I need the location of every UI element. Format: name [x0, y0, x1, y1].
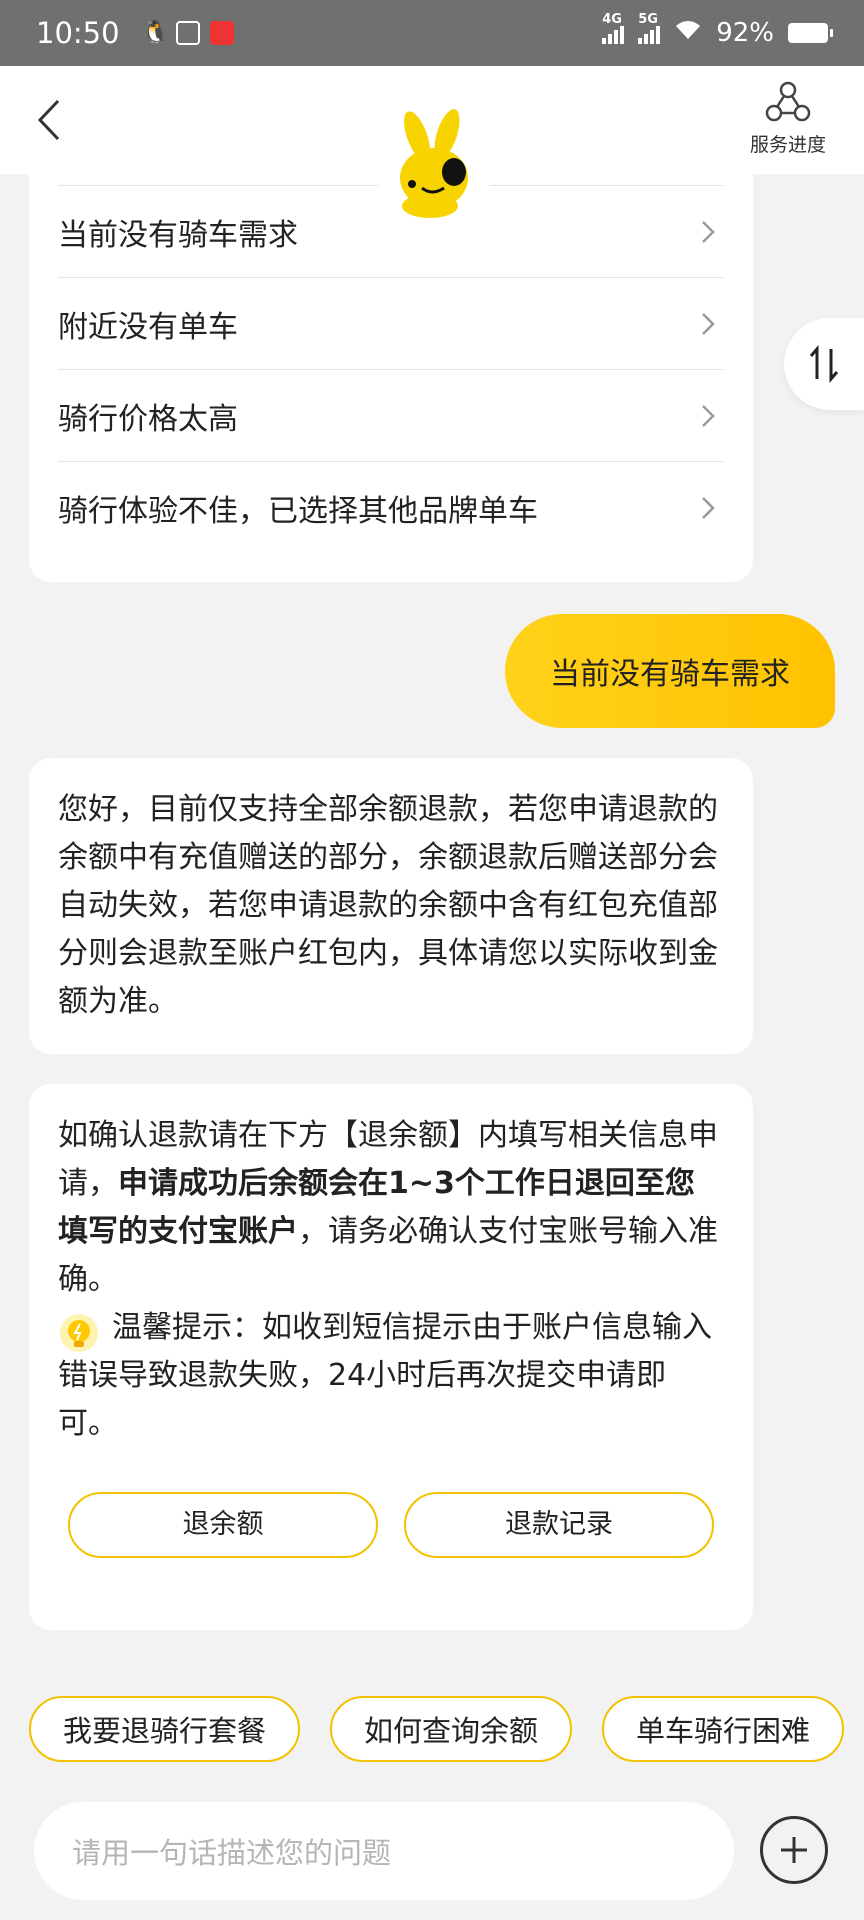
chevron-right-icon: [702, 497, 715, 519]
mascot-avatar: [372, 96, 496, 220]
bot-message-card: 您好，目前仅支持全部余额退款，若您申请退款的余额中有充值赠送的部分，余额退款后赠…: [29, 758, 753, 1054]
sort-arrows-icon: [809, 345, 839, 383]
wifi-icon: [674, 19, 702, 47]
option-label: 附近没有单车: [58, 309, 238, 345]
chevron-left-icon: [37, 99, 60, 141]
tip-text: 温馨提示：如收到短信提示由于账户信息输入错误导致退款失败，24小时后再次提交申请…: [58, 1304, 724, 1448]
qq-icon: 🐧: [141, 20, 169, 45]
option-label: 骑行体验不佳，已选择其他品牌单车: [58, 494, 538, 529]
net-4g-label: 4G: [602, 12, 622, 27]
refund-balance-button[interactable]: 退余额: [68, 1492, 378, 1558]
option-price-too-high[interactable]: 骑行价格太高: [58, 370, 724, 462]
user-message-bubble: 当前没有骑车需求: [505, 614, 835, 728]
back-button[interactable]: [28, 96, 68, 144]
battery-percent: 92%: [716, 18, 774, 48]
question-input[interactable]: 请用一句话描述您的问题: [34, 1802, 734, 1900]
battery-icon: [788, 23, 833, 43]
tip-content: 温馨提示：如收到短信提示由于账户信息输入错误导致退款失败，24小时后再次提交申请…: [58, 1310, 712, 1441]
rabbit-mascot-icon: [400, 109, 468, 218]
chevron-right-icon: [702, 404, 715, 427]
refund-record-button[interactable]: 退款记录: [404, 1492, 714, 1558]
input-bar: 请用一句话描述您的问题: [0, 1780, 864, 1920]
signal-4g-icon: 4G: [602, 12, 625, 44]
signal-5g-icon: 5G: [638, 12, 661, 44]
action-row: 退余额 退款记录: [58, 1492, 724, 1558]
network-nodes-icon: [765, 81, 811, 122]
status-right: 4G 5G 92%: [602, 12, 833, 48]
add-button[interactable]: [760, 1816, 828, 1884]
app-icon: [175, 21, 200, 45]
option-label: 骑行价格太高: [58, 401, 238, 437]
option-bad-experience[interactable]: 骑行体验不佳，已选择其他品牌单车: [58, 462, 724, 554]
service-progress-button[interactable]: 服务进度: [728, 80, 848, 157]
chevron-right-icon: [702, 312, 715, 335]
status-bar: 10:50 🐧 4G 5G 92%: [0, 0, 864, 66]
option-label: 当前没有骑车需求: [58, 217, 298, 253]
lightbulb-icon: [60, 1313, 98, 1352]
refund-info-text: 如确认退款请在下方【退余额】内填写相关信息申请，申请成功后余额会在1~3个工作日…: [58, 1112, 724, 1304]
net-5g-label: 5G: [638, 12, 658, 27]
quick-reply-chips: 我要退骑行套餐 如何查询余额 单车骑行困难: [29, 1696, 845, 1762]
app-red-icon: [209, 21, 234, 45]
option-no-bikes-nearby[interactable]: 附近没有单车: [58, 278, 724, 370]
sort-toggle-button[interactable]: [784, 318, 864, 410]
status-time: 10:50: [36, 16, 120, 50]
chip-riding-difficulty[interactable]: 单车骑行困难: [602, 1696, 845, 1762]
refund-info-card: 如确认退款请在下方【退余额】内填写相关信息申请，申请成功后余额会在1~3个工作日…: [29, 1084, 753, 1630]
service-progress-label: 服务进度: [749, 134, 826, 156]
notification-icons: 🐧: [142, 21, 234, 45]
plus-icon: [781, 1837, 807, 1863]
bot-message-text: 您好，目前仅支持全部余额退款，若您申请退款的余额中有充值赠送的部分，余额退款后赠…: [58, 792, 718, 1019]
chip-refund-package[interactable]: 我要退骑行套餐: [29, 1696, 301, 1762]
chip-check-balance[interactable]: 如何查询余额: [330, 1696, 573, 1762]
screen: 10:50 🐧 4G 5G 92% 服务进度 当前没有骑车需求 附近没有单车 骑…: [0, 0, 864, 1920]
chevron-right-icon: [702, 220, 715, 243]
